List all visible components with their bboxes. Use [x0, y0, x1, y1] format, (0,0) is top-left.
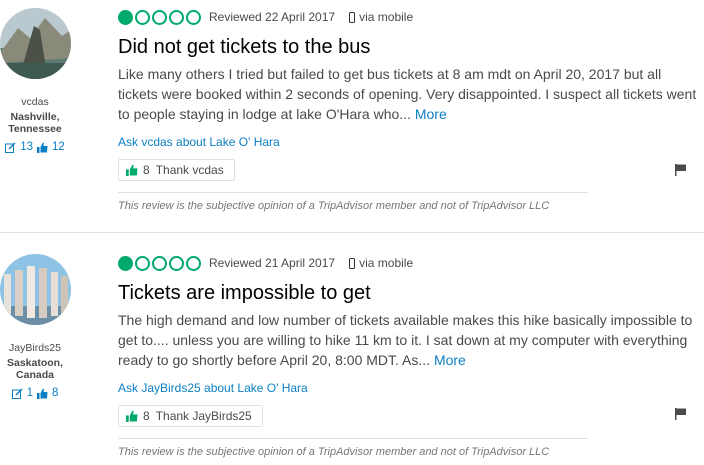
ask-reviewer-link[interactable]: Ask JayBirds25 about Lake O' Hara: [118, 381, 704, 395]
thank-label: Thank vcdas: [155, 163, 224, 177]
review-title[interactable]: Tickets are impossible to get: [118, 281, 704, 305]
review-body: The high demand and low number of ticket…: [118, 310, 700, 370]
thank-button[interactable]: 8 Thank vcdas: [118, 159, 235, 181]
contribution-count[interactable]: 13: [20, 141, 33, 153]
thumbs-up-icon: [126, 164, 138, 176]
helpful-vote-count[interactable]: 12: [52, 141, 65, 153]
thank-count: 8: [143, 163, 150, 177]
reviewer-stats: 1 8: [0, 387, 70, 399]
rating-bubble-empty: [186, 9, 201, 25]
review-disclaimer: This review is the subjective opinion of…: [118, 200, 550, 212]
rating-bubble-empty: [135, 9, 150, 25]
avatar[interactable]: [0, 8, 71, 79]
rating-bubbles: [118, 255, 201, 271]
rating-bubble-filled: [118, 255, 133, 271]
reviewer-username[interactable]: vcdas: [0, 96, 70, 109]
reviewer-info: vcdas Nashville, Tennessee 13 12: [0, 96, 70, 153]
thank-label: Thank JayBirds25: [155, 409, 252, 423]
review-disclaimer: This review is the subjective opinion of…: [118, 446, 550, 458]
thumbs-up-icon: [37, 388, 48, 399]
avatar-photo-landscape: [0, 8, 71, 79]
flag-icon[interactable]: [675, 408, 686, 420]
review-date: Reviewed 22 April 2017: [209, 10, 336, 24]
thumbs-up-icon: [126, 410, 138, 422]
thumbs-up-icon: [37, 142, 48, 153]
phone-icon: [349, 11, 356, 23]
review-edit-icon: [11, 388, 23, 399]
review-text: The high demand and low number of ticket…: [118, 312, 693, 368]
rating-row: Reviewed 21 April 2017 via mobile: [118, 254, 704, 272]
phone-icon: [349, 257, 356, 269]
rating-bubble-empty: [135, 255, 150, 271]
via-mobile: via mobile: [349, 256, 413, 270]
thank-button[interactable]: 8 Thank JayBirds25: [118, 405, 263, 427]
helpful-vote-count[interactable]: 8: [52, 387, 58, 399]
reviewer-location: Saskatoon, Canada: [6, 357, 64, 381]
review-date: Reviewed 21 April 2017: [209, 256, 336, 270]
review-card: vcdas Nashville, Tennessee 13 12 Reviewe…: [0, 0, 704, 232]
thank-count: 8: [143, 409, 150, 423]
reviewer-username[interactable]: JayBirds25: [0, 342, 70, 355]
divider: [118, 438, 588, 439]
via-label: via mobile: [359, 256, 414, 270]
review-title[interactable]: Did not get tickets to the bus: [118, 35, 704, 59]
rating-bubble-empty: [169, 9, 184, 25]
reviewer-info: JayBirds25 Saskatoon, Canada 1 8: [0, 342, 70, 399]
avatar[interactable]: [0, 254, 71, 325]
divider: [118, 192, 588, 193]
rating-bubble-filled: [118, 9, 133, 25]
review-text: Like many others I tried but failed to g…: [118, 66, 697, 122]
rating-bubble-empty: [169, 255, 184, 271]
review-edit-icon: [5, 142, 16, 153]
rating-row: Reviewed 22 April 2017 via mobile: [118, 8, 704, 26]
review-card: JayBirds25 Saskatoon, Canada 1 8 Reviewe…: [0, 232, 704, 465]
rating-bubble-empty: [152, 255, 167, 271]
avatar-photo-pillars: [0, 254, 71, 325]
via-mobile: via mobile: [349, 10, 413, 24]
flag-icon[interactable]: [675, 164, 686, 176]
ask-reviewer-link[interactable]: Ask vcdas about Lake O' Hara: [118, 135, 704, 149]
reviewer-location: Nashville, Tennessee: [8, 111, 62, 135]
more-link[interactable]: More: [415, 106, 447, 122]
rating-bubble-empty: [186, 255, 201, 271]
rating-bubble-empty: [152, 9, 167, 25]
review-content: Reviewed 22 April 2017 via mobile Did no…: [118, 8, 704, 212]
reviewer-stats: 13 12: [0, 141, 70, 153]
contribution-count[interactable]: 1: [27, 387, 33, 399]
rating-bubbles: [118, 9, 201, 25]
review-content: Reviewed 21 April 2017 via mobile Ticket…: [118, 254, 704, 458]
via-label: via mobile: [359, 10, 414, 24]
more-link[interactable]: More: [434, 352, 466, 368]
review-body: Like many others I tried but failed to g…: [118, 64, 700, 124]
